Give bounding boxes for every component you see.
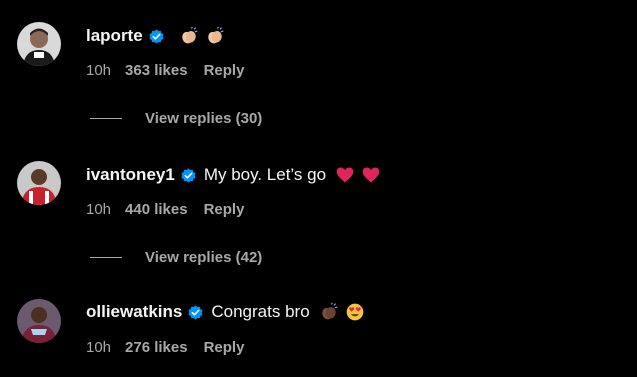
comment-line: olliewatkins Congrats bro xyxy=(86,300,365,324)
avatar[interactable] xyxy=(17,299,61,343)
username[interactable]: laporte xyxy=(86,26,143,46)
comment-text: My boy. Let’s go xyxy=(203,165,327,184)
reply-button[interactable]: Reply xyxy=(204,62,245,79)
view-replies-button[interactable]: View replies (30) xyxy=(90,108,262,128)
verified-badge-icon xyxy=(181,167,196,183)
comment-time: 10h xyxy=(86,61,112,79)
comment-line: laporte xyxy=(86,24,225,48)
clapping-hands-icon xyxy=(207,26,224,44)
comment-text: Congrats bro xyxy=(211,302,310,321)
heart-eyes-face-icon xyxy=(346,303,363,321)
comment-line: ivantoney1 My boy. Let’s go xyxy=(86,163,381,187)
comment-time: 10h xyxy=(86,200,112,218)
likes-count[interactable]: 363 likes xyxy=(125,62,188,79)
reply-button[interactable]: Reply xyxy=(204,201,245,218)
likes-count[interactable]: 276 likes xyxy=(125,339,188,356)
comment-meta: 10h 363 likes Reply xyxy=(86,60,244,80)
reply-button[interactable]: Reply xyxy=(204,339,245,356)
red-heart-icon xyxy=(336,167,354,183)
replies-divider xyxy=(90,256,122,258)
replies-divider xyxy=(90,117,122,119)
avatar[interactable] xyxy=(17,22,61,66)
likes-count[interactable]: 440 likes xyxy=(125,201,188,218)
comment-meta: 10h 440 likes Reply xyxy=(86,199,244,219)
username[interactable]: ivantoney1 xyxy=(86,165,175,185)
view-replies-button[interactable]: View replies (42) xyxy=(90,247,262,267)
view-replies-label: View replies (42) xyxy=(145,248,263,266)
verified-badge-icon xyxy=(188,304,203,320)
view-replies-label: View replies (30) xyxy=(145,109,263,127)
avatar[interactable] xyxy=(17,161,61,205)
red-heart-icon xyxy=(362,167,380,183)
verified-badge-icon xyxy=(149,28,164,44)
comment-meta: 10h 276 likes Reply xyxy=(86,337,244,357)
username[interactable]: olliewatkins xyxy=(86,302,182,322)
comment-time: 10h xyxy=(86,338,112,356)
clapping-hands-icon xyxy=(181,26,198,44)
clapping-hands-icon xyxy=(321,302,338,320)
